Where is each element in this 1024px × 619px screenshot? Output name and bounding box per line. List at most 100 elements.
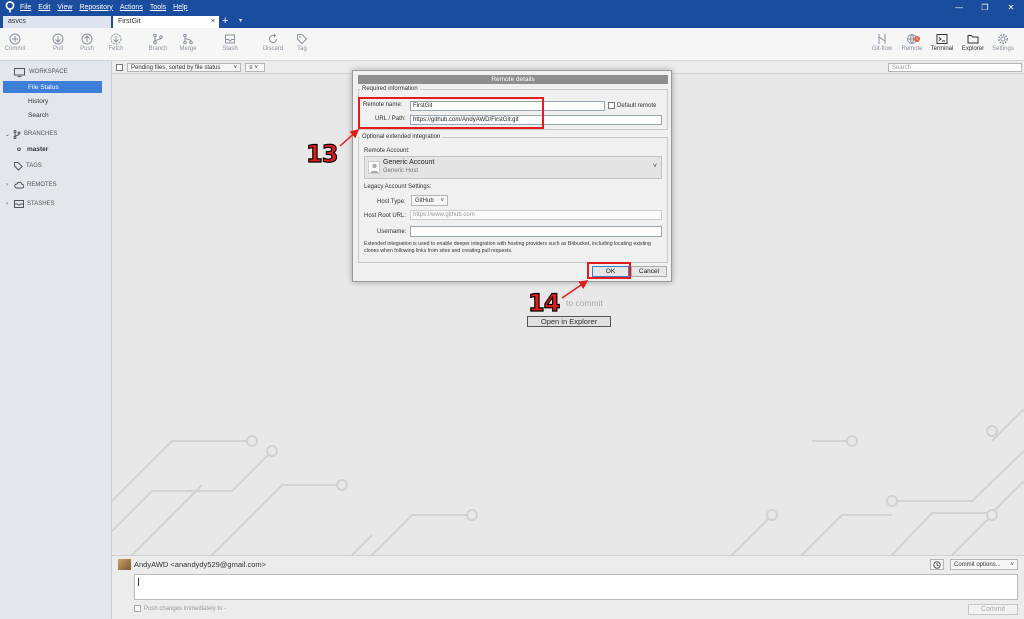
sidebar-stashes-header[interactable]: › STASHES — [0, 198, 112, 210]
host-root-url-input[interactable]: https://www.github.com — [410, 210, 662, 220]
stash-icon — [14, 200, 24, 208]
menu-repository[interactable]: Repository — [79, 4, 112, 11]
sidebar-item-history[interactable]: History — [0, 95, 112, 107]
remote-label: Remote — [901, 46, 923, 52]
window-controls: — ❐ ✕ — [946, 0, 1024, 14]
add-tab-button[interactable]: + — [222, 15, 228, 27]
sidebar-item-label: master — [26, 145, 49, 153]
menu-actions[interactable]: Actions — [120, 4, 143, 11]
sidebar-branches-header[interactable]: ⌄ BRANCHES — [0, 128, 112, 140]
host-type-dropdown[interactable]: GitHub ˅ — [411, 195, 448, 206]
remote-account-dropdown[interactable]: Generic Account Generic Host ˅ — [364, 156, 662, 179]
list-icon: ≡ — [249, 64, 253, 71]
open-in-explorer-button[interactable]: Open in Explorer — [527, 316, 611, 327]
tab-label: FirstGit — [118, 18, 141, 25]
commit-options-dropdown[interactable]: Commit options... ˅ — [950, 559, 1018, 570]
stashes-label: STASHES — [27, 201, 55, 207]
tag-icon — [287, 32, 317, 46]
search-placeholder: Search — [892, 64, 912, 71]
push-button[interactable]: Push — [72, 32, 102, 52]
host-type-label: Host Type: — [377, 199, 406, 205]
dialog-title: Remote details — [358, 75, 668, 84]
sidebar-item-file-status[interactable]: File Status — [3, 81, 102, 93]
menu-file[interactable]: File — [20, 4, 31, 11]
title-bar: File Edit View Repository Actions Tools … — [0, 0, 1024, 14]
merge-label: Merge — [179, 46, 197, 52]
menu-view[interactable]: View — [57, 4, 72, 11]
sidebar-remotes-header[interactable]: › REMOTES — [0, 179, 112, 191]
cancel-button[interactable]: Cancel — [631, 266, 667, 277]
tab-asvcs[interactable]: asvcs — [3, 16, 111, 28]
toolbar: Commit Pull Push Fetch Branch Merge Stas… — [0, 28, 1024, 61]
username-input[interactable] — [410, 226, 662, 237]
history-icon[interactable] — [930, 559, 944, 570]
chevron-down-icon: ˅ — [233, 64, 237, 71]
settings-button[interactable]: Settings — [988, 32, 1018, 52]
annotation-highlight-box — [587, 262, 631, 279]
remote-button[interactable]: 1 Remote — [897, 32, 927, 52]
host-type-value: GitHub — [415, 197, 434, 204]
menu-help[interactable]: Help — [173, 4, 187, 11]
menu-bar: File Edit View Repository Actions Tools … — [20, 4, 188, 11]
sourcetree-logo-icon — [4, 1, 16, 13]
select-all-checkbox[interactable] — [116, 64, 123, 71]
monitor-icon — [14, 67, 25, 77]
branch-icon — [143, 32, 173, 46]
merge-button[interactable]: Merge — [173, 32, 203, 52]
stash-button[interactable]: Stash — [215, 32, 245, 52]
commit-author: AndyAWD <anandydy529@gmail.com> — [134, 560, 266, 569]
tab-close-icon[interactable]: × — [211, 18, 215, 25]
tag-icon — [14, 161, 23, 171]
pull-button[interactable]: Pull — [43, 32, 73, 52]
restore-icon[interactable]: ❐ — [972, 0, 998, 14]
default-remote-checkbox[interactable] — [608, 102, 615, 109]
text-cursor — [138, 578, 139, 586]
explorer-button[interactable]: Explorer — [958, 32, 988, 52]
search-input[interactable]: Search — [888, 63, 1022, 72]
settings-label: Settings — [992, 46, 1014, 52]
discard-button[interactable]: Discard — [258, 32, 288, 52]
commit-message-input[interactable] — [134, 574, 1018, 600]
sidebar-item-search[interactable]: Search — [0, 109, 112, 121]
optional-integration-legend: Optional extended integration — [362, 134, 441, 140]
nothing-to-commit-text: to commit — [566, 298, 603, 308]
arrow-down-icon — [101, 32, 131, 46]
sidebar-tags-header[interactable]: TAGS — [0, 160, 112, 172]
terminal-icon — [927, 32, 957, 46]
username-label: Username: — [377, 229, 407, 235]
pull-label: Pull — [52, 46, 63, 52]
sort-dropdown[interactable]: Pending files, sorted by file status ˅ — [127, 63, 241, 72]
push-label: Push — [80, 46, 94, 52]
terminal-button[interactable]: Terminal — [927, 32, 957, 52]
sidebar-workspace-header[interactable]: WORKSPACE — [0, 66, 112, 78]
fetch-button[interactable]: Fetch — [101, 32, 131, 52]
view-options-dropdown[interactable]: ≡ ˅ — [245, 63, 265, 72]
commit-button[interactable]: Commit — [0, 32, 30, 52]
commit-label: Commit — [4, 46, 26, 52]
menu-tools[interactable]: Tools — [150, 4, 166, 11]
sidebar-item-label: Search — [28, 111, 49, 119]
tag-label: Tag — [297, 46, 307, 52]
account-host: Generic Host — [383, 168, 419, 174]
commit-submit-button[interactable]: Commit — [968, 604, 1018, 615]
branch-label: Branch — [148, 46, 168, 52]
tab-firstgit[interactable]: FirstGit × — [113, 16, 219, 28]
cloud-icon — [14, 181, 24, 189]
tag-button[interactable]: Tag — [287, 32, 317, 52]
minimize-icon[interactable]: — — [946, 0, 972, 14]
chevron-down-icon: ˅ — [440, 197, 444, 204]
sidebar-item-master[interactable]: o master — [0, 143, 112, 155]
stash-icon — [215, 32, 245, 46]
commit-area: AndyAWD <anandydy529@gmail.com> Commit o… — [112, 555, 1024, 619]
branch-button[interactable]: Branch — [143, 32, 173, 52]
merge-icon — [173, 32, 203, 46]
gitflow-button[interactable]: Git-flow — [867, 32, 897, 52]
close-icon[interactable]: ✕ — [998, 0, 1024, 14]
menu-edit[interactable]: Edit — [38, 4, 50, 11]
push-immediately-checkbox[interactable] — [134, 605, 141, 612]
workspace-label: WORKSPACE — [29, 69, 68, 75]
tab-menu-chevron-icon[interactable]: ▾ — [239, 17, 242, 24]
integration-info-text: Extended integration is used to enable d… — [364, 241, 651, 254]
chevron-right-icon: › — [6, 182, 8, 188]
tags-label: TAGS — [26, 163, 42, 169]
